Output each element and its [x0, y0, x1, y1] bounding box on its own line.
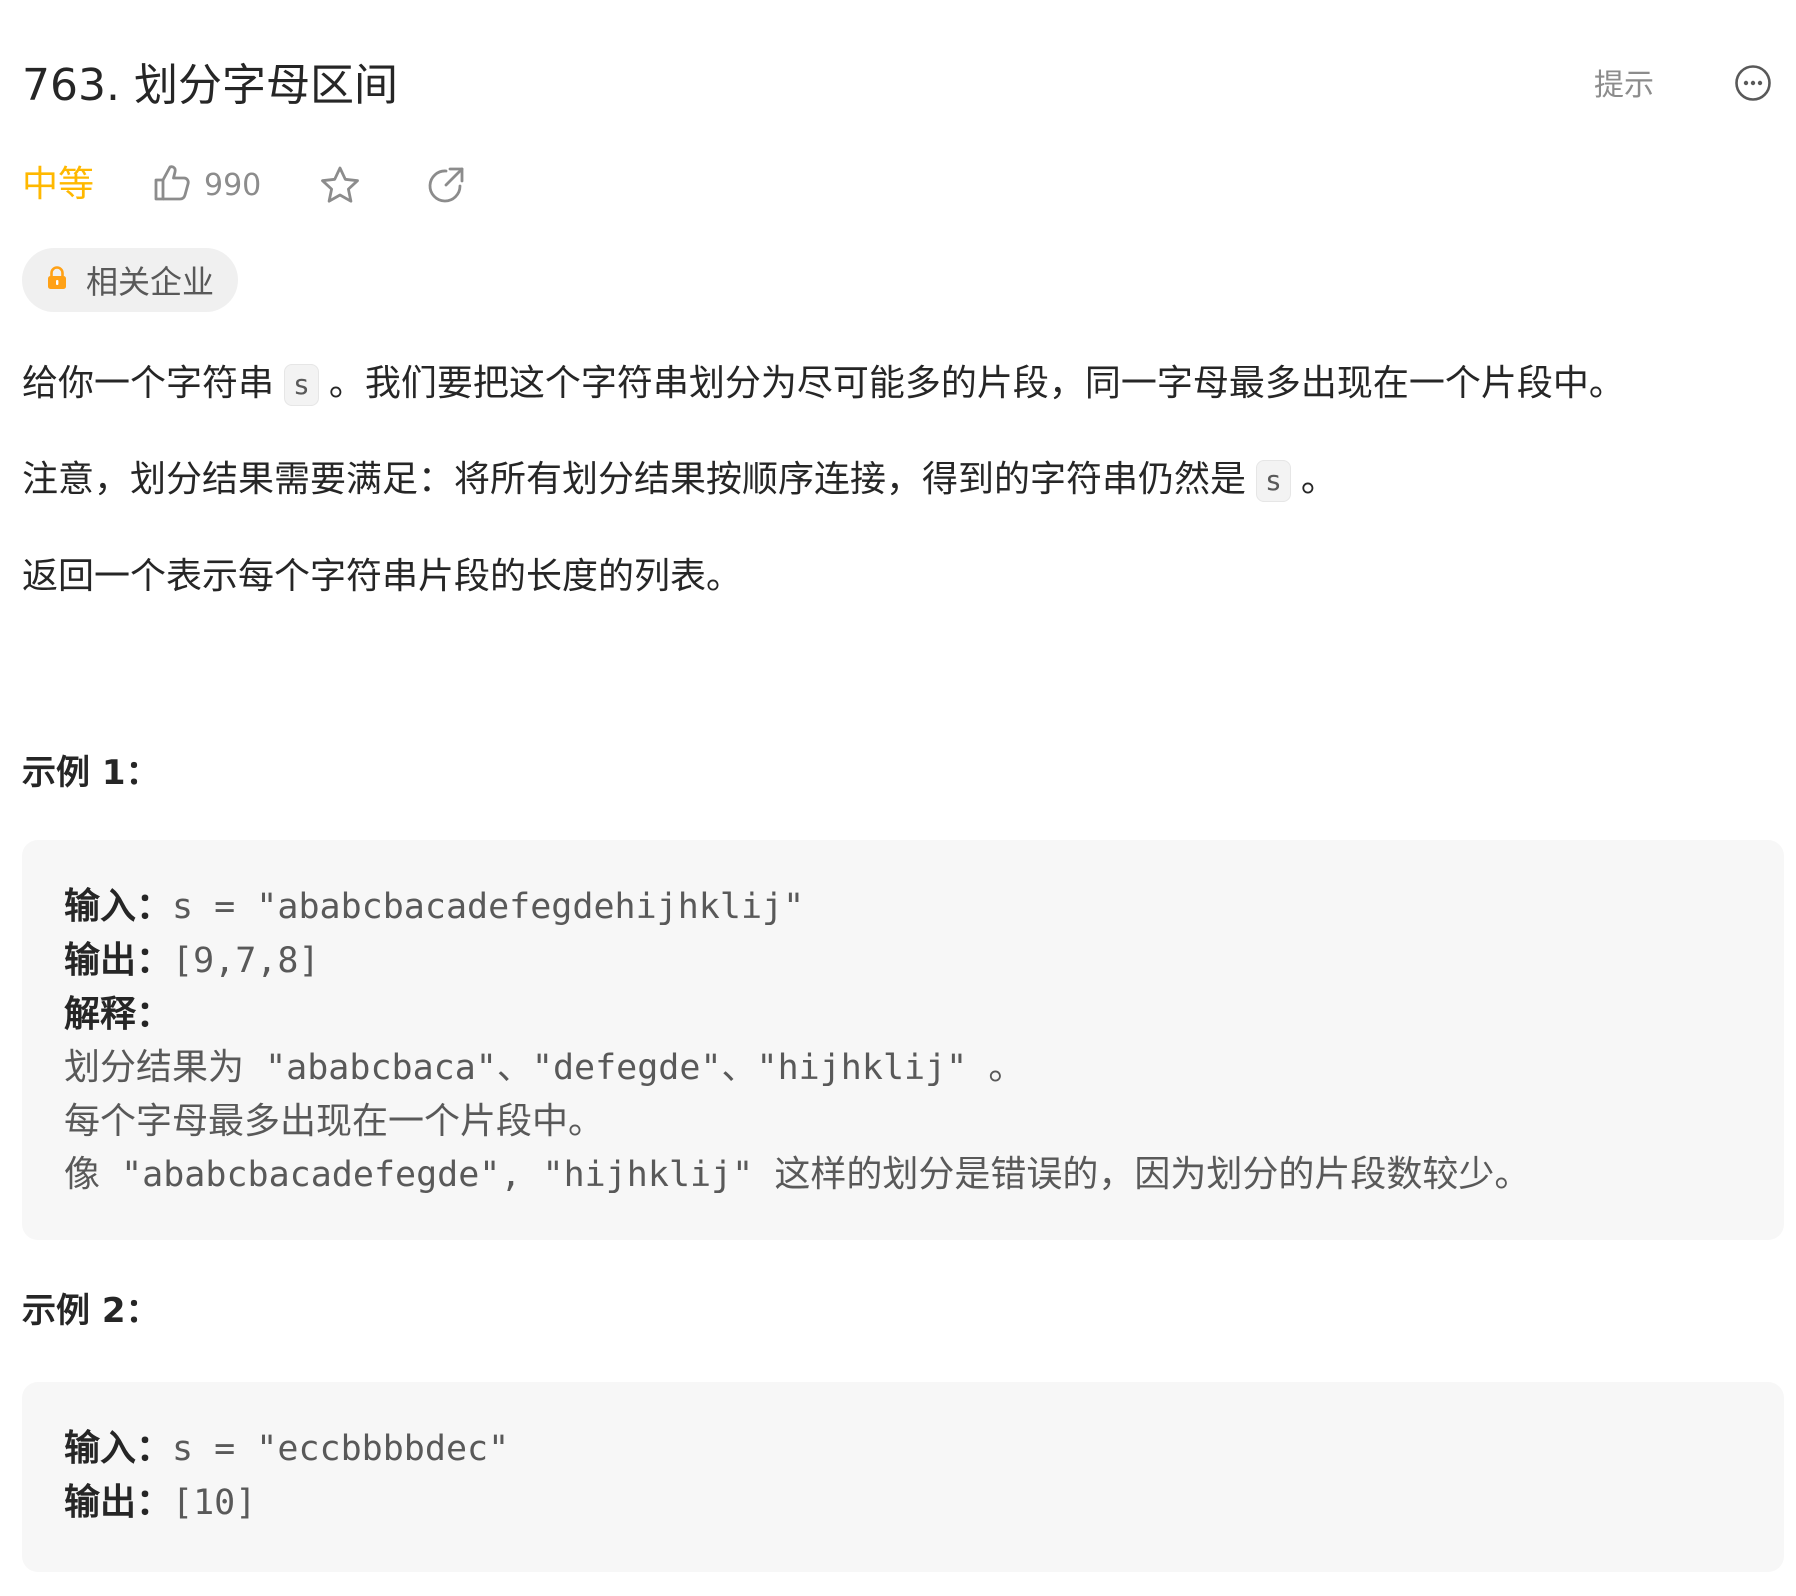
meta-row: 中等 990: [22, 160, 822, 210]
difficulty-badge: 中等: [22, 164, 95, 205]
favorite-star-icon[interactable]: [318, 164, 362, 208]
description-paragraph-2: 注意，划分结果需要满足：将所有划分结果按顺序连接，得到的字符串仍然是 s。: [22, 456, 1337, 504]
explain-text: 像: [64, 1154, 101, 1195]
inline-code: s: [284, 364, 319, 406]
explain-code: "ababcbacadefegde", "hijhklij": [100, 1155, 775, 1195]
description-paragraph-3: 返回一个表示每个字符串片段的长度的列表。: [22, 556, 743, 597]
input-label: 输入：: [64, 886, 173, 927]
description-text: 。: [1300, 459, 1337, 500]
explain-label: 解释：: [64, 994, 173, 1035]
explain-text: 这样的划分是错误的，因为划分的片段数较少。: [774, 1154, 1531, 1195]
example-2-box: 输入：s = "eccbbbbdec" 输出：[10]: [22, 1382, 1784, 1572]
input-label: 输入：: [64, 1428, 173, 1469]
input-value: s = "ababcbacadefegdehijhklij": [172, 887, 805, 927]
thumbs-up-icon: [150, 161, 194, 209]
example-explain-line-1: 划分结果为 "ababcbaca"、"defegde"、"hijhklij" 。: [64, 1041, 1742, 1095]
description-text: 注意，划分结果需要满足：将所有划分结果按顺序连接，得到的字符串仍然是: [22, 459, 1247, 500]
like-button[interactable]: 990: [150, 160, 261, 210]
example-explain-line-3: 像 "ababcbacadefegde", "hijhklij" 这样的划分是错…: [64, 1148, 1742, 1202]
output-value: [9,7,8]: [172, 941, 320, 981]
lock-icon: [44, 265, 86, 295]
output-label: 输出：: [64, 1482, 173, 1523]
example-1-heading: 示例 1：: [22, 753, 160, 793]
like-count: 990: [204, 167, 262, 203]
inline-code: s: [1256, 460, 1291, 502]
example-input-line: 输入：s = "eccbbbbdec": [64, 1422, 1742, 1476]
hint-button[interactable]: 提示: [1594, 66, 1654, 106]
output-label: 输出：: [64, 940, 173, 981]
description-text: 。我们要把这个字符串划分为尽可能多的片段，同一字母最多出现在一个片段中。: [328, 363, 1625, 404]
description-text: 给你一个字符串: [22, 363, 275, 404]
example-output-line: 输出：[10]: [64, 1476, 1742, 1530]
more-icon[interactable]: [1734, 64, 1772, 102]
input-value: s = "eccbbbbdec": [172, 1429, 510, 1469]
example-1-box: 输入：s = "ababcbacadefegdehijhklij" 输出：[9,…: [22, 840, 1784, 1240]
related-companies-label: 相关企业: [86, 263, 215, 301]
output-value: [10]: [172, 1483, 257, 1523]
title-row: 763. 划分字母区间 提示: [22, 56, 1782, 116]
related-companies-tag[interactable]: 相关企业: [22, 248, 238, 312]
example-input-line: 输入：s = "ababcbacadefegdehijhklij": [64, 880, 1742, 934]
explain-text: 划分结果为: [64, 1047, 245, 1088]
description-paragraph-1: 给你一个字符串 s 。我们要把这个字符串划分为尽可能多的片段，同一字母最多出现在一个…: [22, 360, 1625, 408]
example-explain-line-2: 每个字母最多出现在一个片段中。: [64, 1101, 605, 1142]
example-2-heading: 示例 2：: [22, 1291, 160, 1331]
share-icon[interactable]: [424, 164, 468, 208]
explain-code: "ababcbaca"、"defegde"、"hijhklij": [244, 1048, 989, 1088]
example-output-line: 输出：[9,7,8]: [64, 934, 1742, 988]
problem-title[interactable]: 763. 划分字母区间: [22, 56, 398, 116]
example-explain-label-line: 解释：: [64, 988, 1742, 1041]
explain-text: 。: [988, 1047, 1025, 1088]
